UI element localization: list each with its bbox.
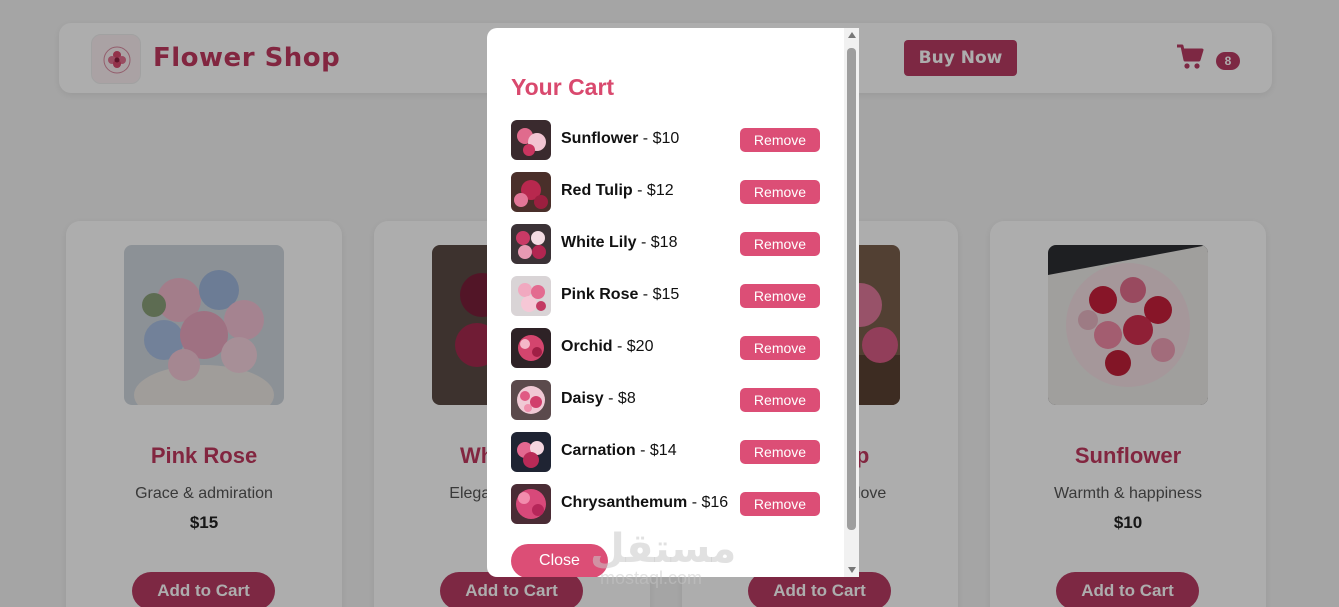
cart-item: Orchid - $20 Remove xyxy=(511,328,827,380)
cart-item-name: Pink Rose xyxy=(561,286,639,303)
cart-item: Pink Rose - $15 Remove xyxy=(511,276,827,328)
cart-item-price: - $14 xyxy=(635,442,677,459)
cart-item-image xyxy=(511,120,551,160)
cart-item-name: Carnation xyxy=(561,442,636,459)
cart-item: Sunflower - $10 Remove xyxy=(511,120,827,172)
cart-item-text: Daisy - $8 xyxy=(561,390,636,408)
modal-scrollbar[interactable] xyxy=(844,28,859,577)
cart-item: Chrysanthemum - $16 Remove xyxy=(511,484,827,536)
cart-item-image xyxy=(511,224,551,264)
cart-item-image xyxy=(511,484,551,524)
cart-item-name: Sunflower xyxy=(561,130,639,147)
cart-item: Daisy - $8 Remove xyxy=(511,380,827,432)
cart-item-text: White Lily - $18 xyxy=(561,234,677,252)
cart-item-name: Orchid xyxy=(561,338,613,355)
cart-title: Your Cart xyxy=(511,74,615,100)
cart-item-text: Carnation - $14 xyxy=(561,442,677,460)
cart-item-name: Chrysanthemum xyxy=(561,494,688,511)
cart-item-name: White Lily xyxy=(561,234,637,251)
cart-item-text: Red Tulip - $12 xyxy=(561,182,674,200)
remove-button[interactable]: Remove xyxy=(740,440,820,464)
cart-item-price: - $18 xyxy=(636,234,678,251)
cart-item-price: - $12 xyxy=(632,182,674,199)
cart-item-text: Chrysanthemum - $16 xyxy=(561,494,728,512)
cart-item: Carnation - $14 Remove xyxy=(511,432,827,484)
cart-item-name: Red Tulip xyxy=(561,182,633,199)
remove-button[interactable]: Remove xyxy=(740,180,820,204)
scrollbar-thumb[interactable] xyxy=(847,48,856,530)
cart-item-price: - $15 xyxy=(638,286,680,303)
cart-item-list: Sunflower - $10 Remove Red Tulip - $12 R… xyxy=(511,120,827,536)
cart-item-image xyxy=(511,276,551,316)
remove-button[interactable]: Remove xyxy=(740,388,820,412)
remove-button[interactable]: Remove xyxy=(740,336,820,360)
cart-item-image xyxy=(511,380,551,420)
cart-item-price: - $20 xyxy=(612,338,654,355)
cart-item: Red Tulip - $12 Remove xyxy=(511,172,827,224)
remove-button[interactable]: Remove xyxy=(740,128,820,152)
cart-item-price: - $10 xyxy=(638,130,680,147)
cart-item-price: - $16 xyxy=(687,494,729,511)
remove-button[interactable]: Remove xyxy=(740,232,820,256)
scroll-up-arrow-icon[interactable] xyxy=(844,28,859,42)
cart-item-image xyxy=(511,172,551,212)
cart-item-name: Daisy xyxy=(561,390,604,407)
cart-modal: Your Cart Sunflower - $10 Remove Red Tul… xyxy=(487,28,859,577)
cart-item-image xyxy=(511,432,551,472)
cart-item-text: Sunflower - $10 xyxy=(561,130,679,148)
cart-item-text: Orchid - $20 xyxy=(561,338,653,356)
remove-button[interactable]: Remove xyxy=(740,284,820,308)
close-button[interactable]: Close xyxy=(511,544,608,577)
cart-item: White Lily - $18 Remove xyxy=(511,224,827,276)
remove-button[interactable]: Remove xyxy=(740,492,820,516)
cart-item-text: Pink Rose - $15 xyxy=(561,286,679,304)
cart-item-image xyxy=(511,328,551,368)
cart-item-price: - $8 xyxy=(603,390,636,407)
scroll-down-arrow-icon[interactable] xyxy=(844,563,859,577)
